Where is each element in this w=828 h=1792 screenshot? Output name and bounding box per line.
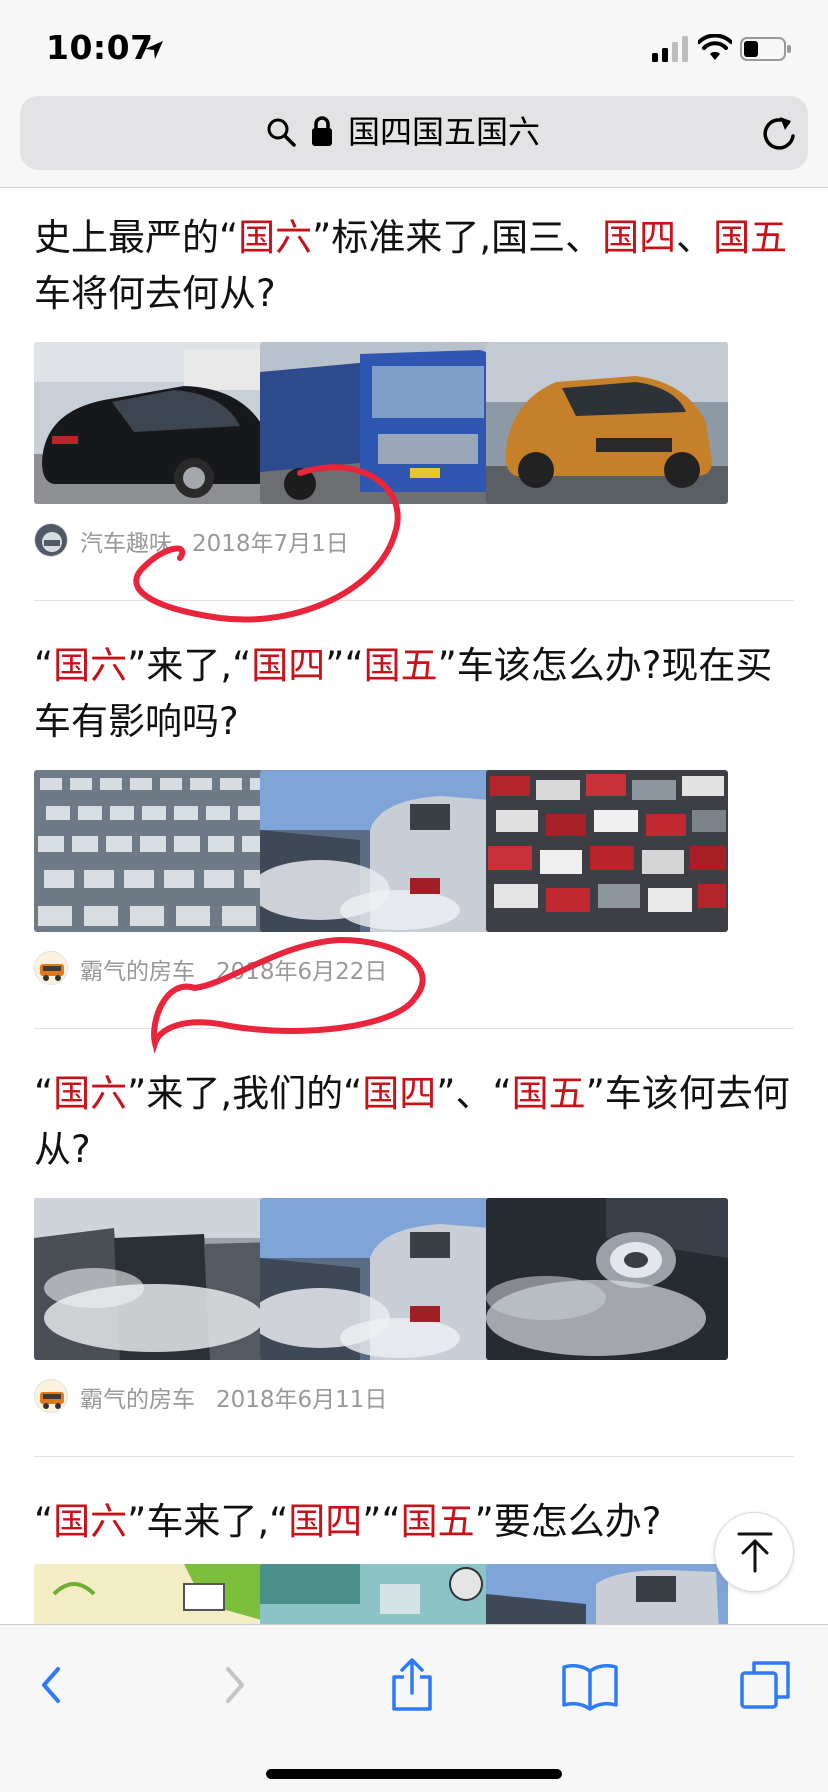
reload-icon[interactable]	[760, 112, 800, 154]
thumbnail-smoggy-traffic[interactable]	[34, 1198, 276, 1360]
keyword-highlight: 国五	[713, 216, 788, 259]
article-card[interactable]: “国六”车来了,“国四”“国五”要怎么办?	[34, 1494, 794, 1624]
keyword-highlight: 国六	[53, 1500, 128, 1543]
status-bar: 10:07	[0, 0, 828, 96]
article-thumbnails	[34, 770, 794, 932]
keyword-highlight: 国五	[511, 1072, 586, 1115]
thumbnail-exhaust-traffic[interactable]	[260, 1198, 502, 1360]
browser-top-chrome: 10:07 国四国五国六	[0, 0, 828, 188]
title-text: 、	[676, 216, 714, 259]
article-meta: 霸气的房车 2018年6月11日	[34, 1376, 794, 1416]
tabs-icon	[740, 1661, 790, 1709]
publish-date: 2018年6月22日	[216, 959, 388, 985]
keyword-highlight: 国六	[53, 644, 128, 687]
thumbnail-exhaust-pipe[interactable]	[486, 1198, 728, 1360]
article-thumbnails	[34, 1198, 794, 1360]
share-button[interactable]	[382, 1655, 442, 1715]
source-name[interactable]: 汽车趣味	[80, 524, 172, 558]
keyword-highlight: 国四	[362, 1072, 437, 1115]
title-text: “	[34, 1500, 54, 1543]
title-text: ”车来了,“	[127, 1500, 289, 1543]
source-avatar	[34, 523, 68, 557]
article-card[interactable]: 史上最严的“国六”标准来了,国三、国四、国五车将何去何从? 汽车趣味 2018年…	[34, 210, 794, 557]
title-text: ”“	[325, 644, 364, 687]
publish-date: 2018年6月11日	[216, 1387, 388, 1413]
title-text: 史上最严的“	[34, 216, 239, 259]
article-meta: 霸气的房车 2018年6月22日	[34, 948, 794, 988]
divider	[34, 1028, 794, 1029]
battery-icon	[740, 37, 791, 61]
source-name[interactable]: 霸气的房车	[80, 952, 195, 986]
article-title[interactable]: “国六”来了,“国四”“国五”车该怎么办?现在买车有影响吗?	[34, 638, 794, 750]
keyword-highlight: 国六	[53, 1072, 128, 1115]
keyword-highlight: 国四	[288, 1500, 363, 1543]
thumbnail-orange-suv[interactable]	[486, 342, 728, 504]
cellular-signal-icon	[652, 36, 688, 62]
title-text: ”来了,“	[127, 644, 252, 687]
thumbnail-exhaust-traffic[interactable]	[486, 1564, 728, 1624]
bookmarks-button[interactable]	[560, 1655, 620, 1715]
results-feed: 史上最严的“国六”标准来了,国三、国四、国五车将何去何从? 汽车趣味 2018年…	[0, 188, 828, 1624]
title-text: ”来了,我们的“	[127, 1072, 363, 1115]
arrow-up-icon	[737, 1532, 773, 1573]
wifi-icon	[698, 34, 732, 60]
keyword-highlight: 国四	[602, 216, 677, 259]
thumbnail-scrapped-cars[interactable]	[486, 770, 728, 932]
keyword-highlight: 国五	[400, 1500, 475, 1543]
source-name[interactable]: 霸气的房车	[80, 1380, 195, 1414]
address-text: 国四国五国六	[348, 113, 541, 151]
divider	[34, 1456, 794, 1457]
forward-button[interactable]	[204, 1655, 264, 1715]
title-text: ”标准来了,国三、	[312, 216, 603, 259]
article-card[interactable]: “国六”来了,“国四”“国五”车该怎么办?现在买车有影响吗? 霸气的房车 201…	[34, 638, 794, 985]
thumbnail-fuel-nozzle[interactable]	[34, 1564, 276, 1624]
status-time: 10:07	[46, 28, 154, 67]
address-bar[interactable]: 国四国五国六	[20, 96, 808, 170]
title-text: ”要怎么办?	[474, 1500, 662, 1543]
home-indicator	[266, 1769, 562, 1779]
article-thumbnails	[34, 342, 794, 504]
article-meta: 汽车趣味 2018年7月1日	[34, 520, 794, 560]
tabs-button[interactable]	[736, 1655, 796, 1715]
title-text: ”“	[362, 1500, 401, 1543]
article-card[interactable]: “国六”来了,我们的“国四”、“国五”车该何去何从? 霸气的房车 2018年6月…	[34, 1066, 794, 1413]
browser-toolbar	[0, 1624, 828, 1792]
source-avatar	[34, 1379, 68, 1413]
divider	[34, 600, 794, 601]
keyword-highlight: 国六	[238, 216, 313, 259]
thumbnail-black-sedan[interactable]	[34, 342, 276, 504]
publish-date: 2018年7月1日	[192, 531, 349, 557]
chevron-right-icon	[226, 1667, 244, 1703]
article-title[interactable]: 史上最严的“国六”标准来了,国三、国四、国五车将何去何从?	[34, 210, 794, 322]
title-text: “	[34, 644, 54, 687]
source-avatar	[34, 951, 68, 985]
keyword-highlight: 国五	[363, 644, 438, 687]
chevron-left-icon	[42, 1667, 60, 1703]
article-title[interactable]: “国六”车来了,“国四”“国五”要怎么办?	[34, 1494, 794, 1550]
location-arrow-icon	[145, 41, 163, 59]
article-title[interactable]: “国六”来了,我们的“国四”、“国五”车该何去何从?	[34, 1066, 794, 1178]
title-text: ”、“	[436, 1072, 512, 1115]
title-text: “	[34, 1072, 54, 1115]
back-button[interactable]	[22, 1655, 82, 1715]
thumbnail-city-street[interactable]	[260, 1564, 502, 1624]
thumbnail-traffic-jam[interactable]	[34, 770, 276, 932]
share-icon	[392, 1658, 432, 1711]
article-thumbnails	[34, 1564, 794, 1624]
book-icon	[562, 1663, 618, 1711]
thumbnail-exhaust-traffic[interactable]	[260, 770, 502, 932]
thumbnail-blue-truck[interactable]	[260, 342, 502, 504]
back-to-top-button[interactable]	[714, 1512, 794, 1592]
search-icon	[267, 118, 296, 147]
title-text: 车将何去何从?	[34, 272, 276, 315]
keyword-highlight: 国四	[251, 644, 326, 687]
lock-icon	[312, 116, 332, 146]
